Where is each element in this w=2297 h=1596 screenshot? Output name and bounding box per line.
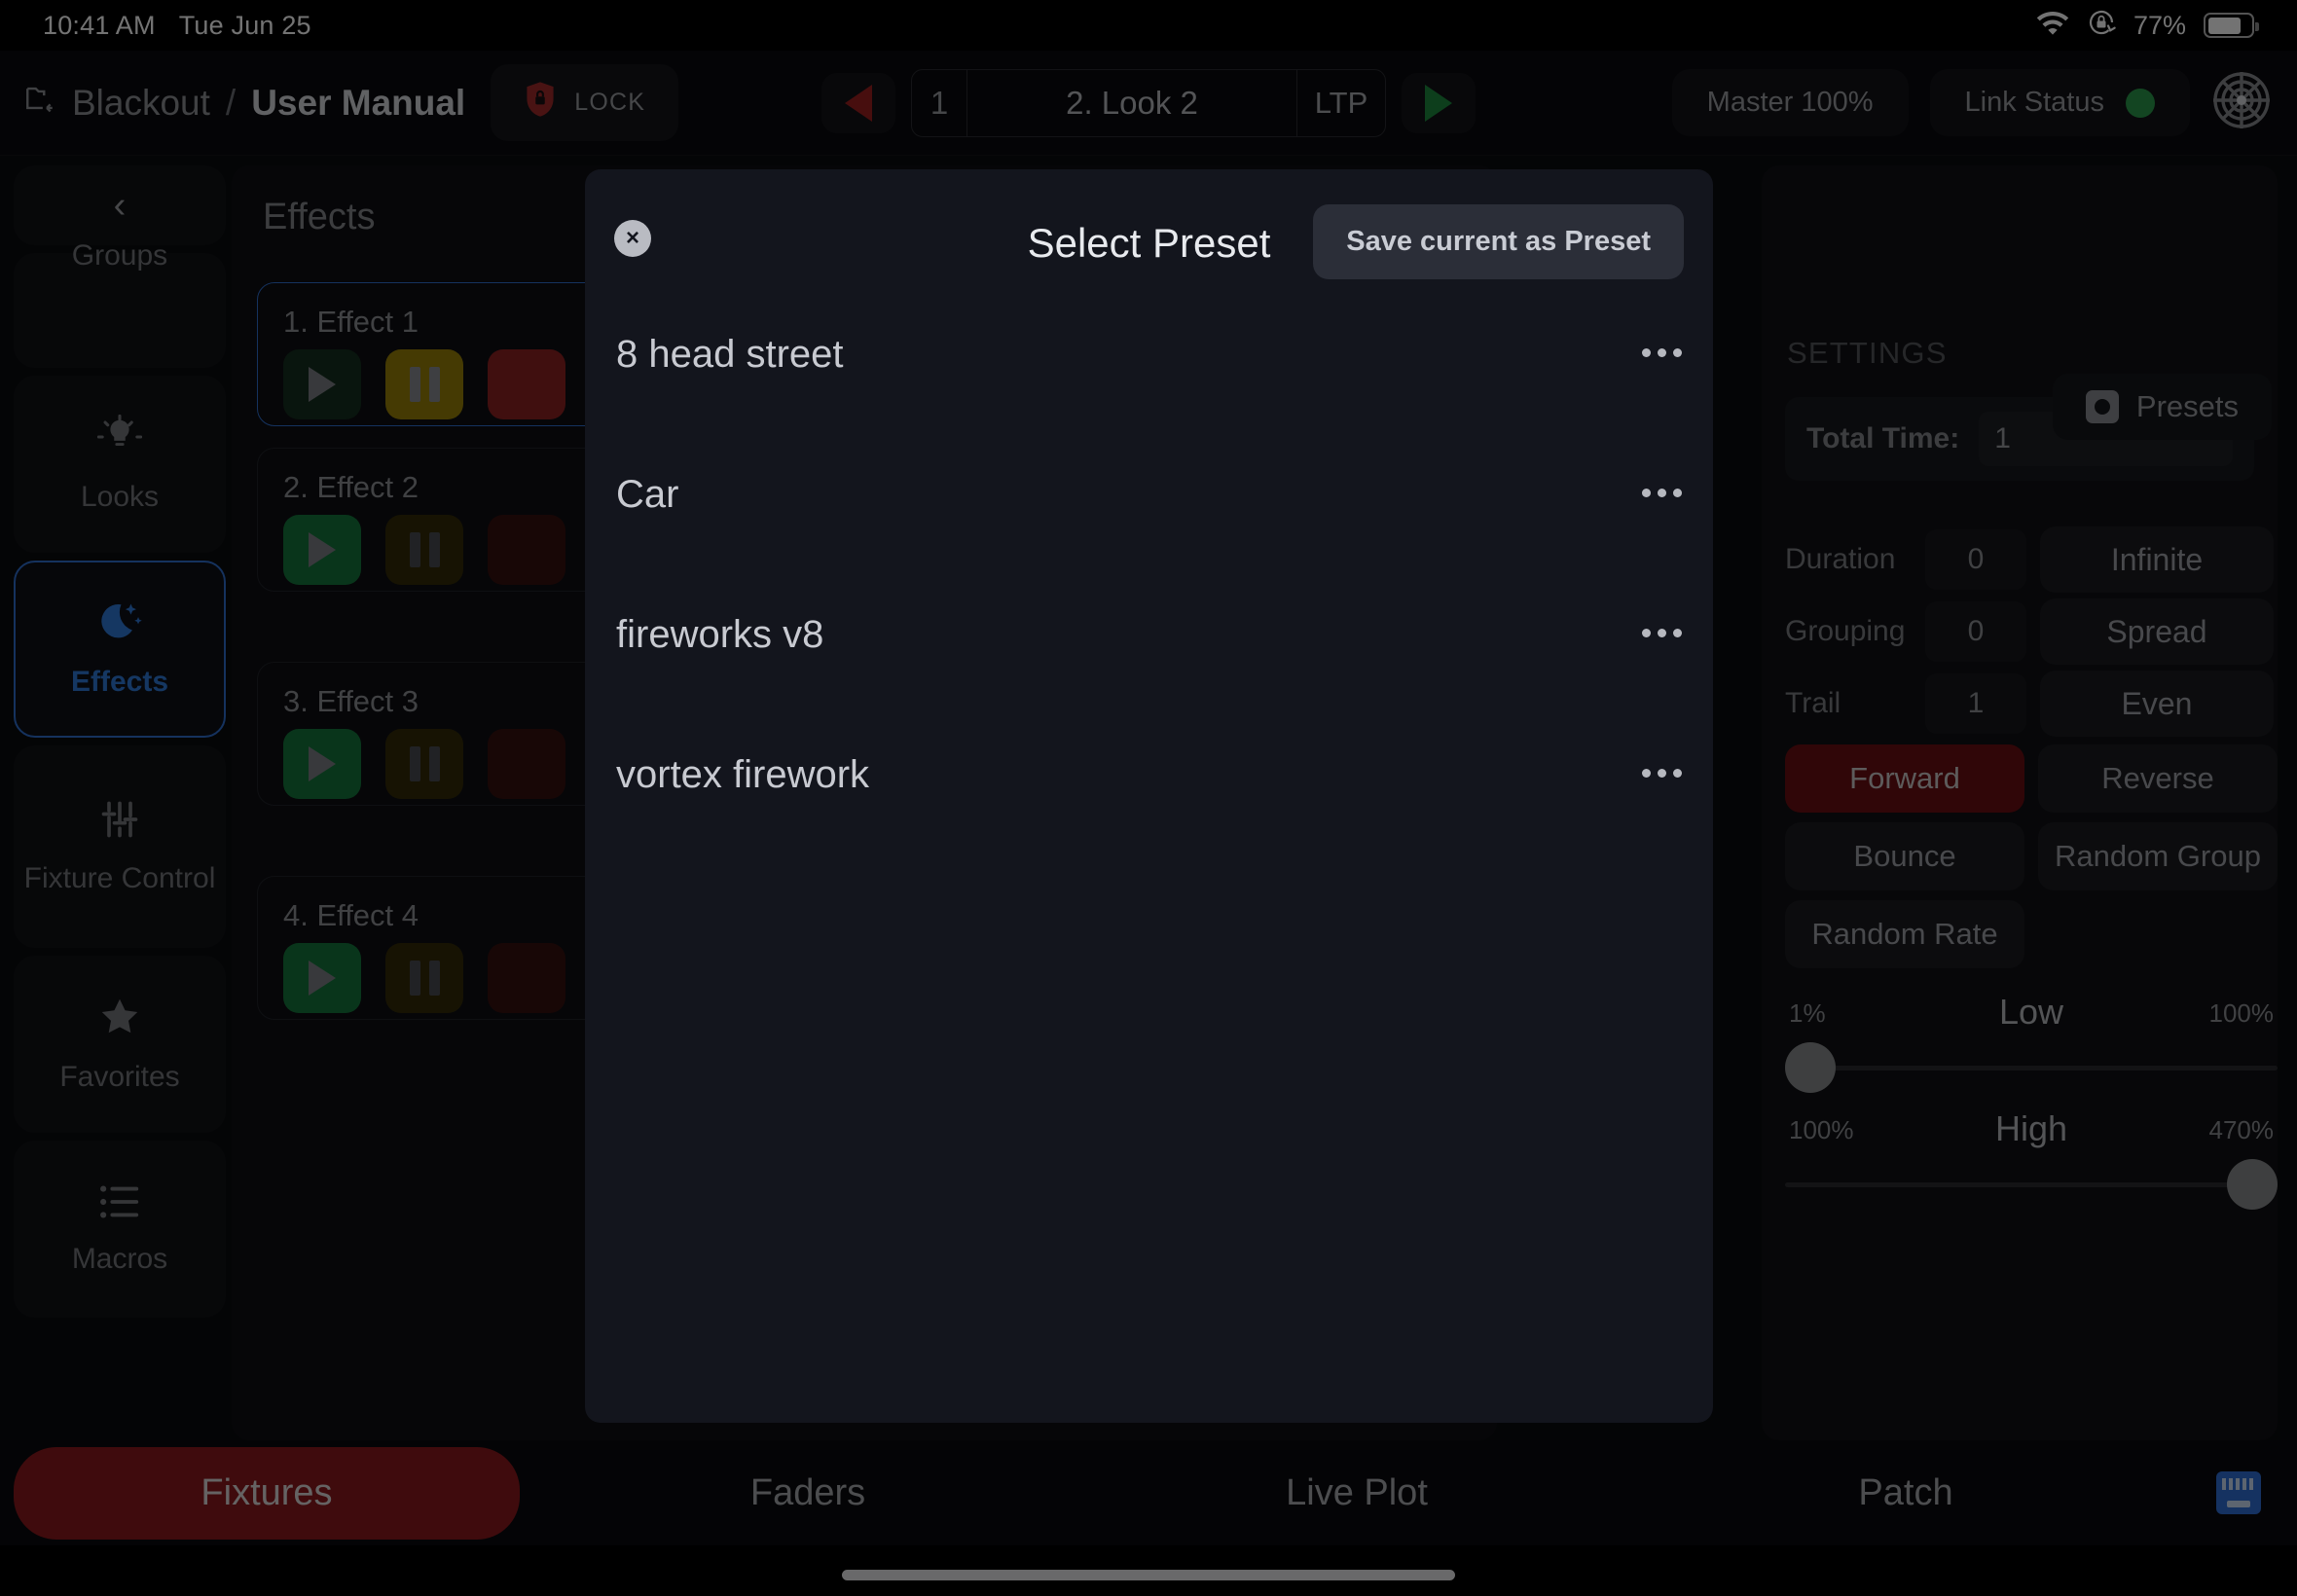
- preset-name: vortex firework: [616, 753, 870, 796]
- preset-name: 8 head street: [616, 333, 844, 376]
- preset-list-item[interactable]: fireworks v8: [585, 576, 1713, 716]
- preset-list-item[interactable]: vortex firework: [585, 716, 1713, 856]
- select-preset-modal: × Select Preset Save current as Preset 8…: [585, 169, 1713, 1423]
- preset-list-item[interactable]: Car: [585, 436, 1713, 576]
- more-options-icon[interactable]: [1642, 769, 1682, 778]
- app-root: 10:41 AM Tue Jun 25 77%: [0, 0, 2297, 1596]
- more-options-icon[interactable]: [1642, 629, 1682, 637]
- preset-list-item[interactable]: 8 head street: [585, 296, 1713, 436]
- close-icon[interactable]: ×: [614, 220, 651, 257]
- preset-name: Car: [616, 473, 679, 516]
- more-options-icon[interactable]: [1642, 489, 1682, 497]
- modal-header: × Select Preset Save current as Preset: [585, 169, 1713, 296]
- modal-title: Select Preset: [1027, 220, 1271, 266]
- more-options-icon[interactable]: [1642, 348, 1682, 357]
- save-current-as-preset-button[interactable]: Save current as Preset: [1313, 204, 1684, 279]
- preset-name: fireworks v8: [616, 613, 824, 656]
